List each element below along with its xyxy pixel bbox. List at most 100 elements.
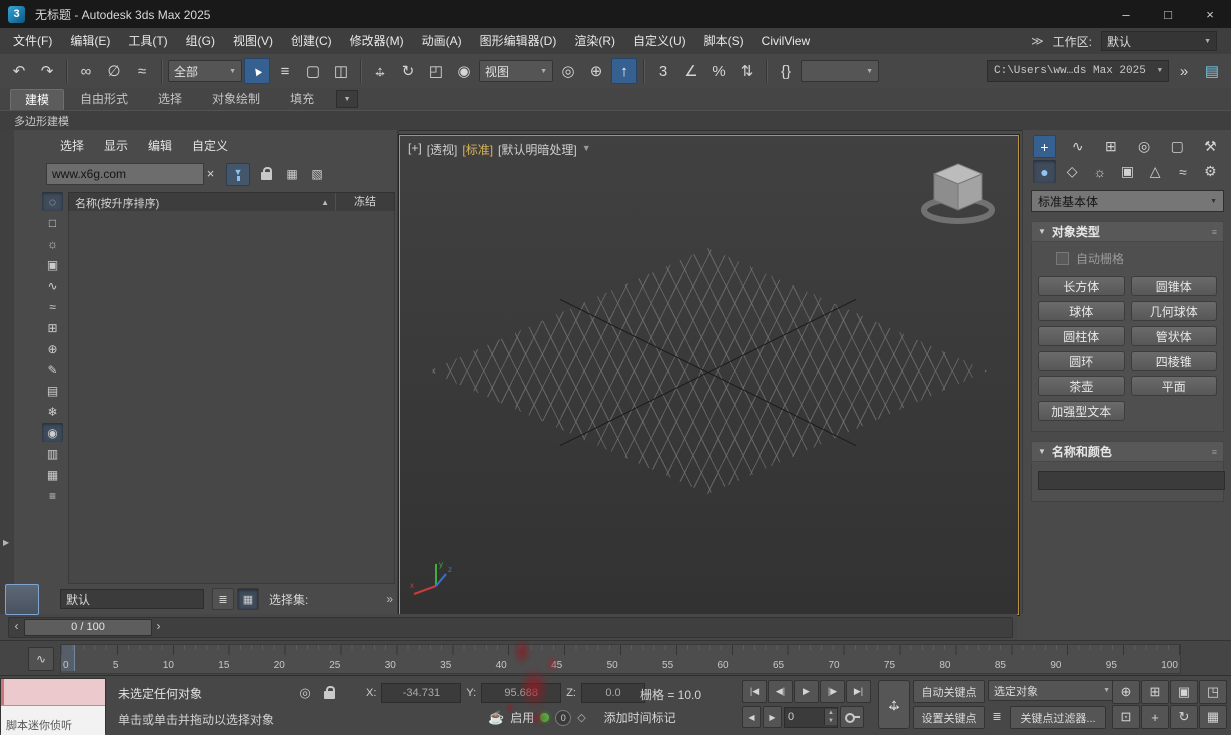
next-frame-button[interactable]: |▶: [820, 680, 845, 703]
geometry-category-icon[interactable]: ●: [1033, 160, 1056, 183]
unlink-selection-icon[interactable]: ∅: [101, 58, 127, 84]
frame-spinner[interactable]: ▲ ▼: [824, 709, 837, 725]
go-to-start-button[interactable]: |◀: [742, 680, 767, 703]
minimize-button[interactable]: –: [1105, 0, 1147, 28]
filter-funnel-icon[interactable]: ▼: [226, 163, 250, 186]
display-cameras-icon[interactable]: ▣: [42, 255, 63, 274]
menubar-overflow-icon[interactable]: ≫: [1031, 34, 1044, 48]
menubar-menu[interactable]: 组(G): [177, 29, 224, 54]
zoom-all-icon[interactable]: ⊞: [1141, 680, 1169, 704]
menubar-menu[interactable]: 图形编辑器(D): [471, 29, 566, 54]
motion-tab-icon[interactable]: ◎: [1133, 135, 1156, 158]
window-crossing-icon[interactable]: ◫: [328, 58, 354, 84]
dock-explorer-button[interactable]: [5, 584, 39, 615]
explorer-menu[interactable]: 编辑: [138, 135, 182, 156]
edit-named-selection-sets-icon[interactable]: {}: [773, 58, 799, 84]
select-by-name-icon[interactable]: ≡: [272, 58, 298, 84]
explorer-menu[interactable]: 自定义: [182, 135, 238, 156]
auto-key-button[interactable]: 自动关键点: [913, 680, 985, 703]
object-type-rollout-header[interactable]: ▼ 对象类型 ≡: [1031, 221, 1224, 242]
menubar-menu[interactable]: 动画(A): [413, 29, 471, 54]
set-key-button[interactable]: 设置关键点: [913, 706, 985, 729]
undo-icon[interactable]: ↶: [6, 58, 32, 84]
lock-icon[interactable]: [257, 165, 275, 183]
menubar-menu[interactable]: 自定义(U): [624, 29, 695, 54]
next-frame-arrow[interactable]: ›: [152, 619, 165, 634]
active-layer-field[interactable]: 默认: [60, 589, 204, 609]
text-plus-button[interactable]: 加强型文本: [1038, 401, 1125, 421]
display-shapes-icon[interactable]: ∿: [42, 276, 63, 295]
display-geometry-icon[interactable]: □: [42, 213, 63, 232]
ribbon-tab[interactable]: 自由形式: [66, 89, 142, 110]
layer-manager-icon[interactable]: ≣: [212, 588, 234, 610]
previous-frame-arrow[interactable]: ‹: [10, 619, 23, 634]
display-children-icon[interactable]: ▦: [282, 164, 302, 184]
cone-button[interactable]: 圆锥体: [1130, 276, 1217, 296]
explorer-overflow-icon[interactable]: »: [386, 592, 393, 606]
shapes-category-icon[interactable]: ◇: [1061, 160, 1084, 183]
maxscript-mini-listener[interactable]: 脚本迷你侦听: [0, 678, 106, 735]
isolate-selection-icon[interactable]: ◎: [295, 683, 315, 702]
y-coordinate-field[interactable]: [481, 683, 562, 703]
column-header-frozen[interactable]: 冻结: [335, 193, 394, 212]
menubar-menu[interactable]: 创建(C): [282, 29, 341, 54]
mini-curve-editor-icon[interactable]: ∿: [28, 647, 54, 671]
menubar-menu[interactable]: 脚本(S): [695, 29, 753, 54]
ribbon-tab[interactable]: 建模: [10, 89, 65, 110]
viewport-pov-menu[interactable]: [透视]: [427, 141, 458, 158]
object-name-field[interactable]: [1038, 471, 1225, 490]
ribbon-panel-polygon-modeling[interactable]: 多边形建模: [14, 113, 69, 129]
zoom-icon[interactable]: ⊕: [1112, 680, 1140, 704]
lights-category-icon[interactable]: ☼: [1088, 160, 1111, 183]
x-coordinate-field[interactable]: [381, 683, 462, 703]
column-header-name[interactable]: 名称(按升序排序): [69, 195, 321, 211]
time-slider-track[interactable]: ‹ 0 / 100 ›: [8, 616, 1013, 638]
chevron-down-icon[interactable]: ▼: [582, 143, 591, 158]
display-containers-icon[interactable]: ▤: [42, 381, 63, 400]
frame-input[interactable]: [785, 709, 824, 725]
pan-view-icon[interactable]: +: [1141, 705, 1169, 729]
key-filters-icon[interactable]: ≣: [988, 706, 1006, 727]
select-and-link-icon[interactable]: ∞: [73, 58, 99, 84]
primitive-category-dropdown[interactable]: 标准基本体 ▼: [1031, 190, 1224, 212]
toolbar-overflow-icon[interactable]: »: [1171, 58, 1197, 84]
display-particles-icon[interactable]: ❄: [42, 402, 63, 421]
select-object-icon[interactable]: ▲: [244, 58, 270, 84]
teapot-button[interactable]: 茶壶: [1038, 376, 1125, 396]
systems-category-icon[interactable]: ⚙: [1199, 160, 1222, 183]
perspective-viewport[interactable]: [+] [透视] [标准] [默认明暗处理] ▼ x y z: [399, 135, 1019, 615]
create-tab-icon[interactable]: +: [1033, 135, 1056, 158]
angle-snap-icon[interactable]: ∠: [678, 58, 704, 84]
display-none-icon[interactable]: ◌: [42, 192, 63, 211]
selection-lock-icon[interactable]: [319, 683, 339, 702]
select-and-scale-icon[interactable]: ◰: [423, 58, 449, 84]
explorer-menu[interactable]: 选择: [50, 135, 94, 156]
display-groups-icon[interactable]: ⊞: [42, 318, 63, 337]
select-and-manipulate-icon[interactable]: ⊕: [583, 58, 609, 84]
next-key-icon[interactable]: ▶: [763, 706, 782, 728]
tube-button[interactable]: 管状体: [1130, 326, 1217, 346]
menubar-menu[interactable]: 视图(V): [224, 29, 282, 54]
use-pivot-point-center-icon[interactable]: ◎: [555, 58, 581, 84]
select-and-place-icon[interactable]: ◉: [451, 58, 477, 84]
named-selection-sets-dropdown[interactable]: ▼: [801, 60, 879, 82]
ribbon-tab[interactable]: 选择: [144, 89, 196, 110]
workspace-dropdown[interactable]: 默认 ▼: [1101, 31, 1217, 51]
space-warps-category-icon[interactable]: ≈: [1171, 160, 1194, 183]
selection-filter-dropdown[interactable]: 全部 ▼: [168, 60, 242, 82]
hierarchy-tab-icon[interactable]: ⊞: [1099, 135, 1122, 158]
scene-objects-list[interactable]: [68, 211, 395, 584]
dock-expand-icon[interactable]: ▶: [3, 538, 9, 547]
viewport-shading-menu[interactable]: [默认明暗处理]: [498, 141, 577, 158]
spinner-snap-icon[interactable]: ⇅: [734, 58, 760, 84]
go-to-end-button[interactable]: ▶|: [846, 680, 871, 703]
menubar-menu[interactable]: 文件(F): [4, 29, 61, 54]
viewport-general-menu[interactable]: [+]: [408, 141, 422, 158]
clear-search-icon[interactable]: ×: [202, 165, 219, 182]
selection-region-icon[interactable]: ▢: [300, 58, 326, 84]
menubar-menu[interactable]: 修改器(M): [341, 29, 413, 54]
orbit-icon[interactable]: ↻: [1170, 705, 1198, 729]
cameras-category-icon[interactable]: ▣: [1116, 160, 1139, 183]
display-frozen-icon[interactable]: ▥: [42, 444, 63, 463]
project-folder-icon[interactable]: ▤: [1199, 58, 1225, 84]
